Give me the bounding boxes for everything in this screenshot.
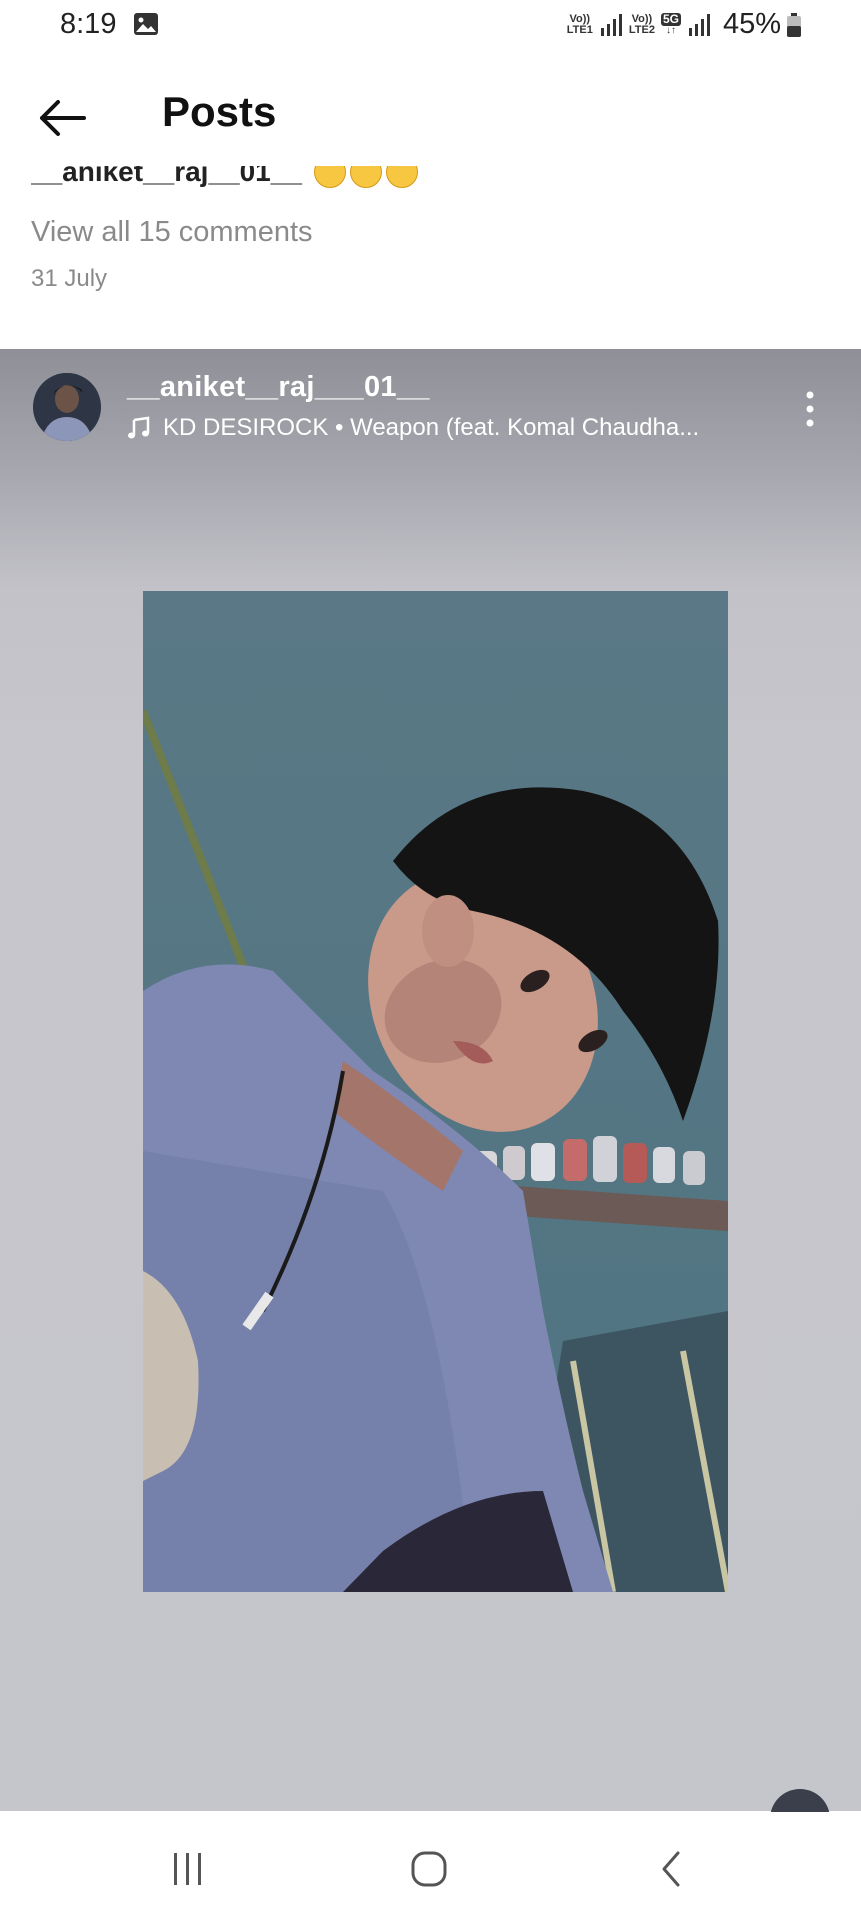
- sim1-label: Vo)) LTE1: [566, 12, 593, 36]
- home-glyph: [411, 1851, 447, 1887]
- status-bar: 8:19 Vo)) LTE1 Vo)) LTE2 5G ↓↑ 45%: [0, 0, 861, 52]
- status-right-icons: Vo)) LTE1 Vo)) LTE2 5G ↓↑ 45%: [567, 8, 801, 41]
- recent-apps-icon[interactable]: [158, 1844, 218, 1894]
- post-photo[interactable]: [143, 591, 728, 1592]
- smiling-face-icon: [313, 166, 346, 188]
- sim1-volte: Vo)): [569, 12, 591, 25]
- battery-percent: 45%: [722, 8, 781, 40]
- post-date: 31 July: [31, 265, 108, 292]
- caption-text[interactable]: __aniket__raj__01__: [31, 166, 418, 190]
- image-notification-icon: [134, 13, 158, 35]
- avatar-image: [33, 373, 101, 441]
- back-chevron-icon[interactable]: [641, 1844, 701, 1894]
- post-username[interactable]: __aniket__raj___01__: [127, 371, 430, 404]
- status-time: 8:19: [60, 8, 117, 40]
- music-row[interactable]: KD DESIROCK • Weapon (feat. Komal Chaudh…: [127, 414, 699, 442]
- post-card: __aniket__raj___01__ KD DESIROCK • Weapo…: [0, 349, 861, 1849]
- relieved-face-icon: [385, 166, 418, 188]
- post-photo-image: [143, 591, 728, 1592]
- network-badge: 5G ↓↑: [660, 12, 681, 36]
- sim2-network: LTE2: [628, 23, 655, 36]
- caption-username[interactable]: __aniket__raj__01__: [31, 166, 302, 187]
- previous-post-caption: __aniket__raj__01__: [31, 166, 851, 206]
- page-title: Posts: [162, 88, 277, 135]
- home-icon[interactable]: [399, 1844, 459, 1894]
- app-header: [0, 60, 861, 170]
- back-glyph: [662, 1851, 680, 1887]
- sim2-volte: Vo)): [631, 12, 653, 25]
- view-comments-link[interactable]: View all 15 comments: [31, 216, 313, 249]
- pleading-face-icon: [349, 166, 382, 188]
- music-note-icon: [128, 416, 150, 439]
- music-track-label[interactable]: KD DESIROCK • Weapon (feat. Komal Chaudh…: [163, 414, 699, 442]
- recent-apps-glyph: [174, 1853, 201, 1885]
- sim2-label: Vo)) LTE2: [628, 12, 655, 36]
- avatar[interactable]: [33, 373, 101, 441]
- battery-icon: [787, 12, 801, 37]
- signal-icon: [688, 13, 710, 36]
- sim1-network: LTE1: [566, 23, 593, 36]
- signal-icon: [600, 13, 622, 36]
- more-vertical-icon[interactable]: [798, 389, 822, 429]
- arrow-left-icon[interactable]: [34, 90, 90, 146]
- system-nav-bar: [0, 1812, 861, 1920]
